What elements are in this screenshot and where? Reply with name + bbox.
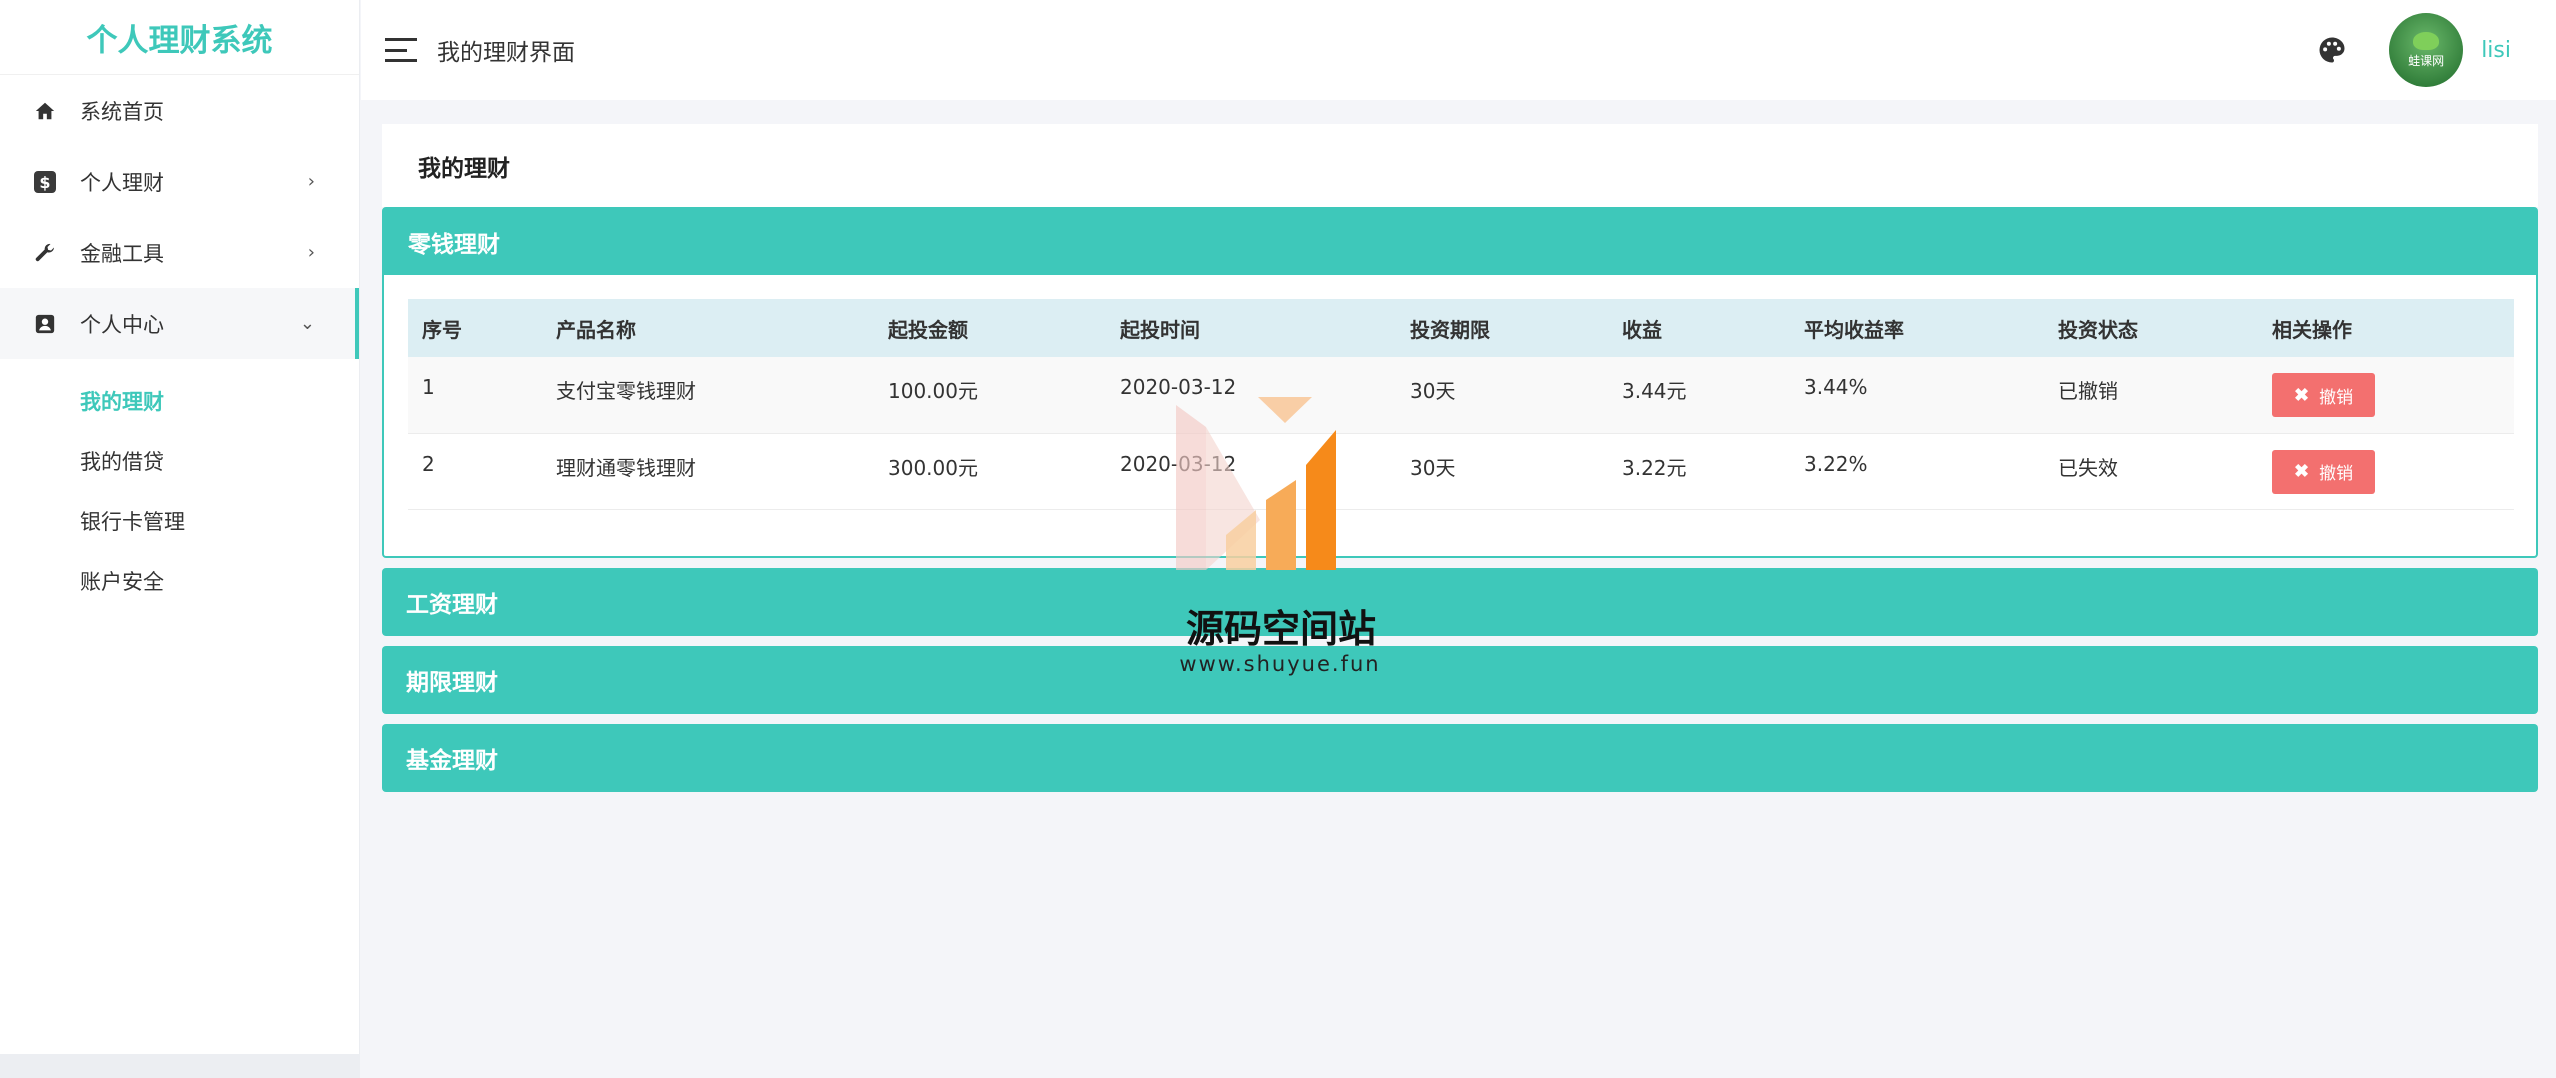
panel-body: 序号 产品名称 起投金额 起投时间 投资期限 收益 平均收益率 投资状态 相关操… xyxy=(384,275,2536,556)
cell-term: 30天 xyxy=(1410,455,1456,480)
section-title: 我的理财 xyxy=(382,124,2538,207)
watermark-url: www.shuyue.fun xyxy=(1179,652,1381,676)
cell-no: 1 xyxy=(422,375,435,399)
cell-no: 2 xyxy=(422,451,435,476)
sidebar-item-label: 系统首页 xyxy=(80,99,164,124)
chevron-right-icon: › xyxy=(307,171,315,192)
col-header: 序号 xyxy=(422,317,462,342)
cell-action: ✖ 撤销 xyxy=(2258,357,2514,433)
cell-rate: 3.44% xyxy=(1804,375,1868,399)
close-icon: ✖ xyxy=(2294,461,2310,481)
cell-action: ✖ 撤销 xyxy=(2258,433,2514,509)
sidebar-subitem-my-loans[interactable]: 我的借贷 xyxy=(0,431,359,491)
sidebar: 个人理财系统 系统首页 $ 个人理财 › 金融工具 › 个人中心 ⌄ 我的理财 … xyxy=(0,0,360,1078)
panel-header-salary-finance[interactable]: 工资理财 xyxy=(382,567,2538,636)
sidebar-subitem-bank-cards[interactable]: 银行卡管理 xyxy=(0,491,359,551)
svg-text:$: $ xyxy=(39,173,50,192)
page-title: 我的理财界面 xyxy=(437,40,575,66)
brand-title: 个人理财系统 xyxy=(0,0,359,75)
sidebar-item-finance-tools[interactable]: 金融工具 › xyxy=(0,217,359,288)
sidebar-submenu: 我的理财 我的借贷 银行卡管理 账户安全 xyxy=(0,359,359,611)
sidebar-item-label: 个人理财 xyxy=(80,170,164,195)
col-header: 投资状态 xyxy=(2058,317,2138,342)
cell-name: 理财通零钱理财 xyxy=(556,455,696,480)
col-header: 投资期限 xyxy=(1410,317,1490,342)
home-icon xyxy=(30,96,60,126)
panel-header-fund-finance[interactable]: 基金理财 xyxy=(382,723,2538,792)
cell-profit: 3.22元 xyxy=(1622,455,1687,480)
sidebar-item-label: 个人中心 xyxy=(80,312,164,337)
revoke-label: 撤销 xyxy=(2319,387,2354,407)
table-row: 2 理财通零钱理财 300.00元 2020-03-12 30天 3.22元 3… xyxy=(408,433,2514,509)
cell-name: 支付宝零钱理财 xyxy=(556,379,696,403)
cell-status: 已撤销 xyxy=(2058,379,2118,403)
avatar-text: 蛙课网 xyxy=(2408,53,2445,68)
top-bar: 我的理财界面 蛙课网 lisi xyxy=(361,0,2556,100)
chevron-down-icon: ⌄ xyxy=(299,313,315,334)
cell-term: 30天 xyxy=(1410,379,1456,403)
col-header: 起投金额 xyxy=(888,317,968,342)
panel-change-finance: 零钱理财 序号 产品名称 起投金额 起投时间 投资期限 收益 平均收益率 投资状… xyxy=(382,207,2538,558)
revoke-button[interactable]: ✖ 撤销 xyxy=(2272,449,2376,494)
sidebar-footer xyxy=(0,1054,360,1078)
cell-amount: 300.00元 xyxy=(888,455,978,480)
table-header-row: 序号 产品名称 起投金额 起投时间 投资期限 收益 平均收益率 投资状态 相关操… xyxy=(408,299,2514,357)
col-header: 相关操作 xyxy=(2272,317,2352,342)
revoke-label: 撤销 xyxy=(2319,464,2354,483)
revoke-button[interactable]: ✖ 撤销 xyxy=(2272,373,2376,417)
watermark-title: 源码空间站 xyxy=(1185,607,1376,651)
sidebar-subitem-account-security[interactable]: 账户安全 xyxy=(0,551,359,611)
main-content: 我的理财 零钱理财 序号 产品名称 起投金额 起投时间 投资期限 收益 平均收益… xyxy=(382,124,2538,792)
cell-date: 2020-03-12 xyxy=(1120,451,1237,476)
avatar[interactable]: 蛙课网 xyxy=(2389,13,2464,87)
sidebar-item-home[interactable]: 系统首页 xyxy=(0,75,359,146)
wrench-icon xyxy=(30,238,60,268)
menu-toggle-icon[interactable] xyxy=(385,38,417,62)
dollar-icon: $ xyxy=(30,167,60,197)
panel-header-term-finance[interactable]: 期限理财 xyxy=(382,645,2538,714)
sidebar-subitem-my-finance[interactable]: 我的理财 xyxy=(0,371,359,431)
frog-logo-icon xyxy=(2413,31,2440,50)
cell-date: 2020-03-12 xyxy=(1120,375,1237,399)
col-header: 起投时间 xyxy=(1120,317,1200,342)
table-row: 1 支付宝零钱理财 100.00元 2020-03-12 30天 3.44元 3… xyxy=(408,357,2514,433)
panel-header-change-finance[interactable]: 零钱理财 xyxy=(384,209,2536,275)
topbar-right: 蛙课网 lisi xyxy=(2317,13,2511,87)
sidebar-item-label: 金融工具 xyxy=(80,241,164,266)
user-card-icon xyxy=(30,309,60,339)
sidebar-item-personal-finance[interactable]: $ 个人理财 › xyxy=(0,146,359,217)
cell-amount: 100.00元 xyxy=(888,379,978,403)
sidebar-item-personal-center[interactable]: 个人中心 ⌄ xyxy=(0,288,359,359)
chevron-right-icon: › xyxy=(307,242,315,263)
col-header: 平均收益率 xyxy=(1804,317,1904,342)
cell-profit: 3.44元 xyxy=(1622,379,1687,403)
cell-status: 已失效 xyxy=(2058,455,2118,480)
close-icon: ✖ xyxy=(2294,384,2310,405)
cell-rate: 3.22% xyxy=(1804,451,1868,476)
col-header: 收益 xyxy=(1622,317,1662,342)
username-link[interactable]: lisi xyxy=(2481,38,2511,63)
finance-table: 序号 产品名称 起投金额 起投时间 投资期限 收益 平均收益率 投资状态 相关操… xyxy=(408,299,2514,510)
col-header: 产品名称 xyxy=(556,317,636,342)
palette-icon[interactable] xyxy=(2317,35,2347,65)
